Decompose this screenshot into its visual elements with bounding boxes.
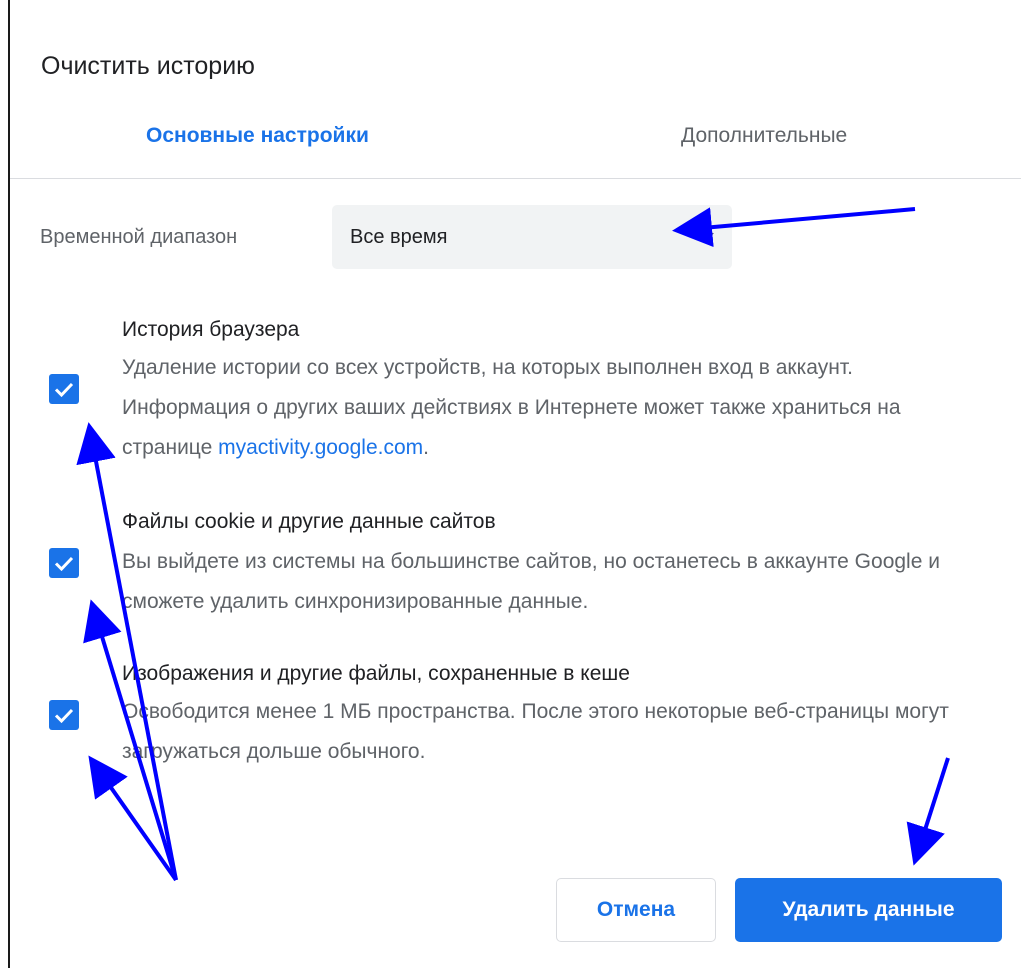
time-range-select[interactable]: Все время <box>332 205 732 269</box>
checkbox-cookies[interactable] <box>49 548 79 578</box>
myactivity-link[interactable]: myactivity.google.com <box>218 436 423 459</box>
item-title: Файлы cookie и другие данные сайтов <box>122 510 496 533</box>
item-description: Удаление истории со всех устройств, на к… <box>122 348 982 468</box>
cancel-button[interactable]: Отмена <box>556 878 716 942</box>
item-description: Вы выйдете из системы на большинстве сай… <box>122 550 940 613</box>
checkmark-icon <box>54 556 74 572</box>
item-description: Освободится менее 1 МБ пространства. Пос… <box>122 700 949 763</box>
tab-basic-settings[interactable]: Основные настройки <box>146 124 369 148</box>
checkbox-cache[interactable] <box>49 700 79 730</box>
dialog-title: Очистить историю <box>41 52 255 80</box>
checkmark-icon <box>54 708 74 724</box>
chevron-down-icon <box>702 233 714 240</box>
tab-advanced-settings[interactable]: Дополнительные <box>681 124 847 148</box>
time-range-value: Все время <box>350 226 448 248</box>
item-title: История браузера <box>122 318 300 341</box>
item-title: Изображения и другие файлы, сохраненные … <box>122 662 630 685</box>
checkmark-icon <box>54 382 74 398</box>
clear-history-dialog: Очистить историю Основные настройки Допо… <box>8 0 1021 968</box>
time-range-label: Временной диапазон <box>40 226 238 248</box>
delete-data-button[interactable]: Удалить данные <box>735 878 1002 942</box>
checkbox-browsing-history[interactable] <box>49 374 79 404</box>
tabs-divider <box>10 178 1021 179</box>
item-description-end: . <box>423 436 429 459</box>
